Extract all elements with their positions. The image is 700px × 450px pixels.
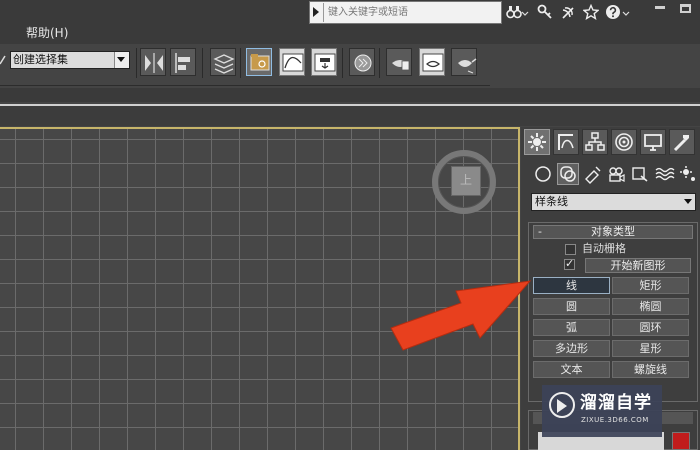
star-icon[interactable]: [582, 3, 600, 20]
chevron-down-icon[interactable]: [622, 4, 630, 20]
object-type-title: 对象类型: [591, 225, 635, 238]
star-button[interactable]: 星形: [612, 340, 689, 357]
scene-explorer-icon[interactable]: [246, 48, 272, 76]
autogrid-label: 自动栅格: [582, 242, 626, 255]
minimize-button[interactable]: [655, 6, 665, 9]
display-tab[interactable]: [640, 129, 666, 155]
arc-button[interactable]: 弧: [533, 319, 610, 336]
binoculars-icon[interactable]: [506, 4, 522, 20]
text-button[interactable]: 文本: [533, 361, 610, 378]
watermark-url: ZIXUE.3D66.COM: [581, 416, 649, 424]
help-icon[interactable]: [605, 4, 621, 20]
maximize-button[interactable]: [680, 4, 691, 13]
object-color-swatch[interactable]: [672, 432, 690, 450]
checkmark-icon: ✓: [565, 257, 575, 270]
autogrid-checkbox[interactable]: [565, 244, 576, 255]
schematic-view-icon[interactable]: [311, 48, 337, 76]
systems-icon[interactable]: [677, 163, 699, 185]
helpers-icon[interactable]: [629, 163, 651, 185]
geometry-icon[interactable]: [532, 163, 554, 185]
helix-button[interactable]: 螺旋线: [612, 361, 689, 378]
play-icon: [557, 399, 567, 413]
material-editor-icon[interactable]: [349, 48, 375, 76]
toolbar-edge-icon[interactable]: [0, 50, 6, 68]
donut-button[interactable]: 圆环: [612, 319, 689, 336]
spacewarps-icon[interactable]: [653, 163, 675, 185]
toolbar-separator: [342, 48, 343, 78]
circle-button[interactable]: 圆: [533, 298, 610, 315]
mirror-icon[interactable]: [140, 48, 166, 76]
toolbar-separator: [379, 48, 380, 78]
ngon-button[interactable]: 多边形: [533, 340, 610, 357]
rectangle-button[interactable]: 矩形: [612, 277, 689, 294]
line-button[interactable]: 线: [533, 277, 610, 294]
chevron-down-icon: [117, 57, 125, 62]
shape-category-value: 样条线: [535, 195, 568, 208]
render-teapot-icon[interactable]: [451, 48, 477, 76]
ellipse-button[interactable]: 椭圆: [612, 298, 689, 315]
create-tab[interactable]: [524, 129, 550, 155]
start-new-shape-button[interactable]: 开始新图形: [585, 258, 691, 273]
ribbon-panel: [0, 106, 700, 126]
chevron-down-icon: [684, 199, 692, 204]
selection-set-value: 创建选择集: [13, 53, 68, 66]
chevron-down-icon[interactable]: [521, 4, 529, 20]
key-icon[interactable]: [537, 4, 553, 20]
hierarchy-tab[interactable]: [582, 129, 608, 155]
curve-editor-icon[interactable]: [279, 48, 305, 76]
shapes-icon[interactable]: [557, 163, 579, 185]
toolbar-separator: [136, 48, 137, 78]
search-placeholder: 键入关键字或短语: [328, 7, 408, 18]
rendered-frame-icon[interactable]: [419, 48, 445, 76]
layer-manager-icon[interactable]: [210, 48, 236, 76]
cameras-icon[interactable]: [605, 163, 627, 185]
lights-icon[interactable]: [582, 163, 604, 185]
ribbon-bar: [0, 88, 700, 102]
watermark-text: 溜溜自学: [580, 393, 652, 413]
render-setup-icon[interactable]: [386, 48, 412, 76]
toolbar-separator: [240, 48, 241, 78]
motion-tab[interactable]: [611, 129, 637, 155]
pointer-arrow-icon: [390, 280, 532, 351]
menu-help[interactable]: 帮助(H): [26, 26, 68, 40]
modify-tab[interactable]: [553, 129, 579, 155]
toolbar-separator: [202, 48, 203, 78]
align-icon[interactable]: [170, 48, 196, 76]
viewcube-label: 上: [459, 173, 472, 187]
search-expand-icon[interactable]: [313, 7, 319, 17]
signal-icon[interactable]: [560, 4, 576, 20]
utilities-tab[interactable]: [669, 129, 695, 155]
rollout-collapse-toggle[interactable]: -: [538, 226, 542, 238]
search-separator: [323, 3, 324, 22]
